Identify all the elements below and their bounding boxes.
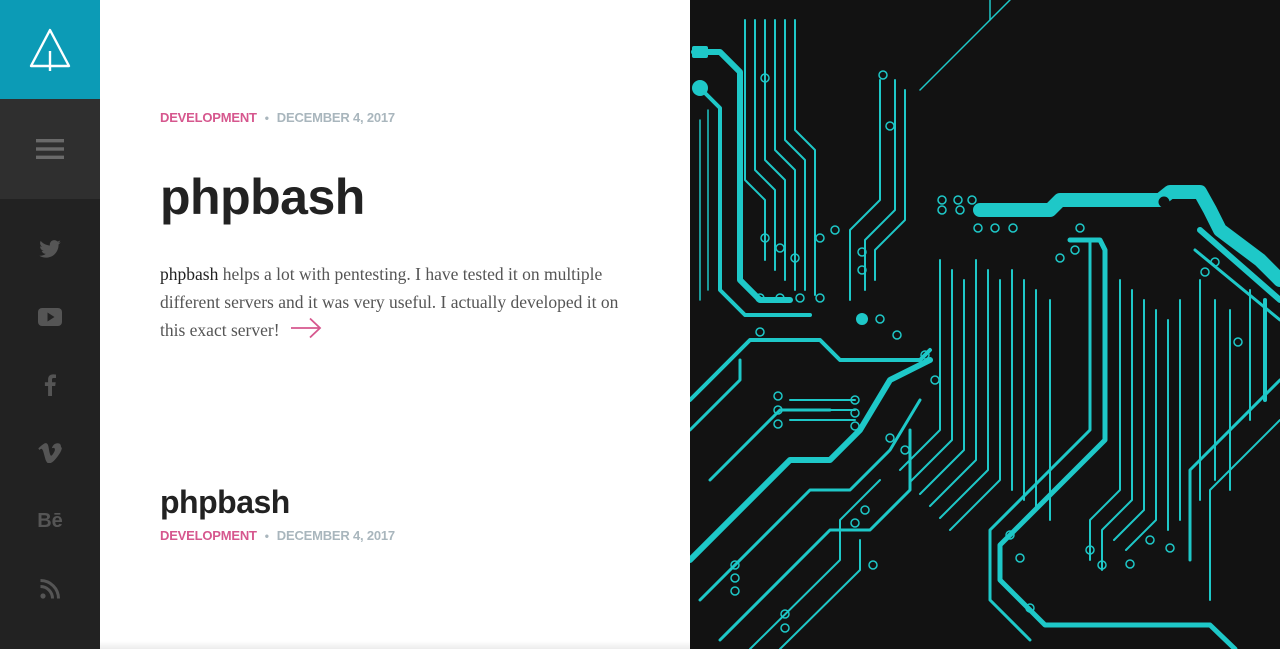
rss-icon — [40, 579, 60, 599]
excerpt-text: helps a lot with pentesting. I have test… — [160, 264, 619, 340]
post-date: DECEMBER 4, 2017 — [276, 528, 395, 543]
site-logo[interactable] — [0, 0, 100, 99]
facebook-icon — [44, 374, 56, 396]
vimeo-link[interactable] — [0, 433, 100, 473]
hamburger-icon — [36, 139, 64, 159]
behance-icon: Bē — [37, 509, 63, 532]
post-featured-image[interactable] — [690, 0, 1280, 649]
sidebar: Bē — [0, 0, 100, 649]
post-title[interactable]: phpbash — [160, 483, 290, 521]
post-title[interactable]: phpbash — [160, 166, 365, 228]
excerpt-lead: phpbash — [160, 264, 219, 284]
twitter-icon — [39, 240, 61, 258]
menu-button[interactable] — [0, 99, 100, 199]
category-link[interactable]: DEVELOPMENT — [160, 110, 257, 125]
post-meta: DEVELOPMENT • DECEMBER 4, 2017 — [160, 110, 395, 125]
vimeo-icon — [38, 443, 62, 463]
meta-separator: • — [264, 111, 269, 125]
arrow-right-icon — [290, 317, 321, 339]
content-bottom-shadow — [100, 641, 690, 649]
post-date: DECEMBER 4, 2017 — [276, 110, 395, 125]
meta-separator: • — [264, 529, 269, 543]
category-link[interactable]: DEVELOPMENT — [160, 528, 257, 543]
read-more-link[interactable] — [290, 317, 322, 347]
youtube-link[interactable] — [0, 297, 100, 337]
post-excerpt: phpbash helps a lot with pentesting. I h… — [160, 260, 640, 347]
behance-link[interactable]: Bē — [0, 501, 100, 541]
post-list: DEVELOPMENT • DECEMBER 4, 2017 phpbash php… — [100, 0, 690, 649]
youtube-icon — [38, 308, 62, 326]
tree-arrow-icon — [29, 28, 71, 71]
rss-link[interactable] — [0, 569, 100, 609]
facebook-link[interactable] — [0, 365, 100, 405]
twitter-link[interactable] — [0, 229, 100, 269]
circuit-board-image — [690, 0, 1280, 649]
post-meta: DEVELOPMENT • DECEMBER 4, 2017 — [160, 528, 395, 543]
